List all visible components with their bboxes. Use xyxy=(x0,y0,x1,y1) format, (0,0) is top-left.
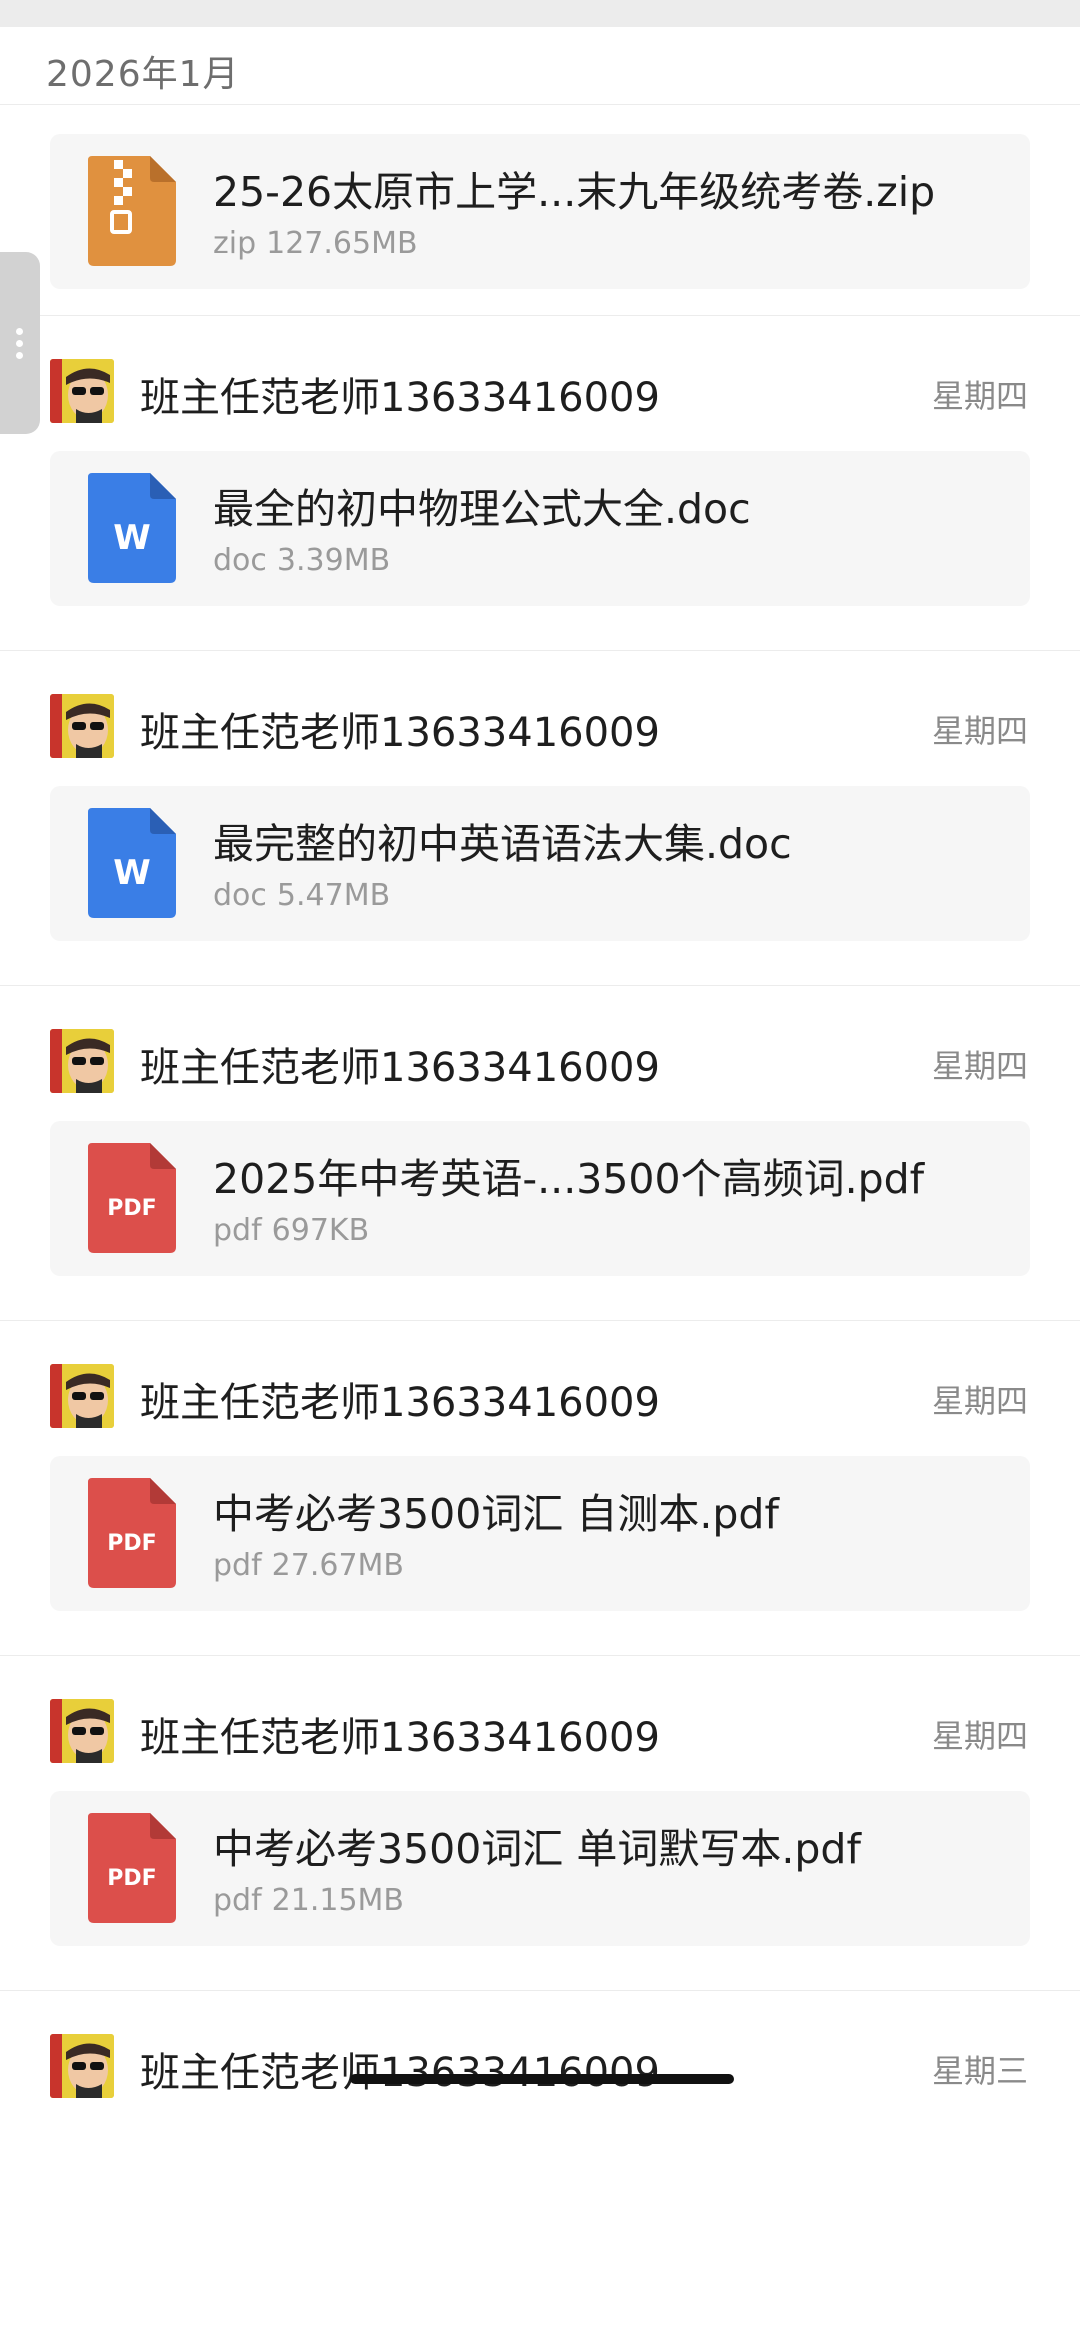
file-name: 2025年中考英语-...3500个高频词.pdf xyxy=(213,1155,925,1203)
file-card[interactable]: PDF 中考必考3500词汇 单词默写本.pdf pdf 21.15MB xyxy=(50,1791,1030,1946)
sender-row: 班主任范老师13633416009 星期三 xyxy=(50,2034,1030,2100)
word-doc-icon: W xyxy=(88,808,176,918)
file-type: pdf xyxy=(213,1213,262,1248)
message-day: 星期四 xyxy=(931,712,1028,750)
file-type: pdf xyxy=(213,1548,262,1583)
svg-text:PDF: PDF xyxy=(107,1196,156,1221)
word-doc-icon: W xyxy=(88,473,176,583)
month-label: 2026年1月 xyxy=(46,54,240,95)
file-meta: pdf 21.15MB xyxy=(213,1883,404,1918)
home-indicator[interactable] xyxy=(350,2074,734,2084)
pdf-file-icon: PDF xyxy=(88,1813,176,1923)
file-meta: pdf 27.67MB xyxy=(213,1548,404,1583)
file-message: 班主任范老师13633416009 星期四 W 最完整的初中英语语法大集.doc… xyxy=(0,651,1080,986)
sender-name: 班主任范老师13633416009 xyxy=(140,1045,660,1091)
sender-avatar[interactable] xyxy=(50,1364,114,1428)
sender-avatar[interactable] xyxy=(50,2034,114,2098)
file-size: 697KB xyxy=(271,1213,370,1248)
sender-name: 班主任范老师13633416009 xyxy=(140,1715,660,1761)
zip-file-icon xyxy=(88,156,176,266)
side-drawer-handle[interactable] xyxy=(0,252,40,434)
file-size: 5.47MB xyxy=(276,878,391,913)
file-message: 25-26太原市上学...末九年级统考卷.zip zip 127.65MB xyxy=(0,106,1080,316)
file-meta: doc 3.39MB xyxy=(213,543,390,578)
sender-row: 班主任范老师13633416009 星期四 xyxy=(50,694,1030,760)
file-card[interactable]: PDF 2025年中考英语-...3500个高频词.pdf pdf 697KB xyxy=(50,1121,1030,1276)
sender-row: 班主任范老师13633416009 星期四 xyxy=(50,1364,1030,1430)
sender-avatar[interactable] xyxy=(50,1699,114,1763)
file-meta: zip 127.65MB xyxy=(213,226,418,261)
file-card[interactable]: PDF 中考必考3500词汇 自测本.pdf pdf 27.67MB xyxy=(50,1456,1030,1611)
file-size: 21.15MB xyxy=(271,1883,405,1918)
sender-avatar[interactable] xyxy=(50,694,114,758)
file-name: 最完整的初中英语语法大集.doc xyxy=(213,820,792,868)
message-day: 星期四 xyxy=(931,1382,1028,1420)
file-card[interactable]: W 最完整的初中英语语法大集.doc doc 5.47MB xyxy=(50,786,1030,941)
file-name: 中考必考3500词汇 自测本.pdf xyxy=(213,1490,779,1538)
file-meta: doc 5.47MB xyxy=(213,878,390,913)
file-meta: pdf 697KB xyxy=(213,1213,369,1248)
message-day: 星期四 xyxy=(931,377,1028,415)
message-day: 星期三 xyxy=(931,2052,1028,2090)
file-message: 班主任范老师13633416009 星期四 PDF 中考必考3500词汇 自测本… xyxy=(0,1321,1080,1656)
sender-avatar[interactable] xyxy=(50,359,114,423)
file-card[interactable]: W 最全的初中物理公式大全.doc doc 3.39MB xyxy=(50,451,1030,606)
file-type: doc xyxy=(213,543,267,578)
file-type: doc xyxy=(213,878,267,913)
pdf-file-icon: PDF xyxy=(88,1143,176,1253)
file-card[interactable]: 25-26太原市上学...末九年级统考卷.zip zip 127.65MB xyxy=(50,134,1030,289)
file-message-list: 25-26太原市上学...末九年级统考卷.zip zip 127.65MB 班主任… xyxy=(0,106,1080,2326)
svg-text:W: W xyxy=(113,518,151,558)
file-size: 127.65MB xyxy=(266,226,418,261)
sender-name: 班主任范老师13633416009 xyxy=(140,1380,660,1426)
file-size: 3.39MB xyxy=(276,543,391,578)
file-message: 班主任范老师13633416009 星期四 PDF 2025年中考英语-...3… xyxy=(0,986,1080,1321)
file-size: 27.67MB xyxy=(271,1548,405,1583)
file-type: zip xyxy=(213,226,257,261)
sender-row: 班主任范老师13633416009 星期四 xyxy=(50,359,1030,425)
file-type: pdf xyxy=(213,1883,262,1918)
file-message: 班主任范老师13633416009 星期四 W 最全的初中物理公式大全.doc … xyxy=(0,316,1080,651)
pdf-file-icon: PDF xyxy=(88,1478,176,1588)
file-name: 25-26太原市上学...末九年级统考卷.zip xyxy=(213,168,936,216)
sender-name: 班主任范老师13633416009 xyxy=(140,710,660,756)
sender-name: 班主任范老师13633416009 xyxy=(140,375,660,421)
sender-name: 班主任范老师13633416009 xyxy=(140,2050,660,2096)
sender-row: 班主任范老师13633416009 星期四 xyxy=(50,1029,1030,1095)
svg-text:PDF: PDF xyxy=(107,1531,156,1556)
file-name: 最全的初中物理公式大全.doc xyxy=(213,485,751,533)
message-day: 星期四 xyxy=(931,1717,1028,1755)
sender-row: 班主任范老师13633416009 星期四 xyxy=(50,1699,1030,1765)
top-bar-strip xyxy=(0,0,1080,27)
message-day: 星期四 xyxy=(931,1047,1028,1085)
svg-text:PDF: PDF xyxy=(107,1866,156,1891)
month-section-header: 2026年1月 xyxy=(0,27,1080,105)
file-name: 中考必考3500词汇 单词默写本.pdf xyxy=(213,1825,861,1873)
file-message: 班主任范老师13633416009 星期四 PDF 中考必考3500词汇 单词默… xyxy=(0,1656,1080,1991)
svg-text:W: W xyxy=(113,853,151,893)
file-message: 班主任范老师13633416009 星期三 xyxy=(0,1991,1080,2326)
sender-avatar[interactable] xyxy=(50,1029,114,1093)
